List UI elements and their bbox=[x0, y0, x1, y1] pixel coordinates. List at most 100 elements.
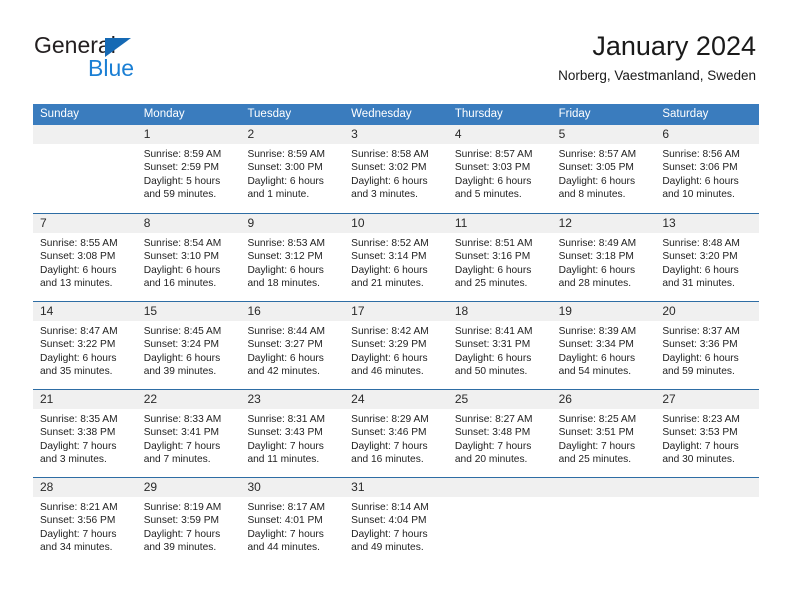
sunrise-text: Sunrise: 8:27 AM bbox=[454, 414, 533, 425]
day-cell[interactable]: 16 Sunrise: 8:44 AM Sunset: 3:27 PM Dayl… bbox=[240, 302, 345, 389]
day-cell[interactable]: 27 Sunrise: 8:23 AM Sunset: 3:53 PM Dayl… bbox=[655, 390, 760, 477]
week-row: 1 Sunrise: 8:59 AM Sunset: 2:59 PM Dayli… bbox=[33, 125, 760, 213]
day-cell[interactable]: 5 Sunrise: 8:57 AM Sunset: 3:05 PM Dayli… bbox=[551, 125, 656, 213]
weekday-header-wednesday: Wednesday bbox=[351, 108, 412, 120]
day-cell[interactable]: 11 Sunrise: 8:51 AM Sunset: 3:16 PM Dayl… bbox=[447, 214, 552, 301]
daylight-text-line2: and 8 minutes. bbox=[558, 189, 626, 201]
day-details: Sunrise: 8:23 AM Sunset: 3:53 PM Dayligh… bbox=[655, 409, 759, 467]
day-cell[interactable]: 1 Sunrise: 8:59 AM Sunset: 2:59 PM Dayli… bbox=[136, 125, 241, 213]
day-cell[interactable]: 8 Sunrise: 8:54 AM Sunset: 3:10 PM Dayli… bbox=[136, 214, 241, 301]
week-row: 14 Sunrise: 8:47 AM Sunset: 3:22 PM Dayl… bbox=[33, 301, 760, 389]
daylight-text-line1: Daylight: 6 hours bbox=[40, 264, 117, 276]
day-number: 6 bbox=[655, 125, 760, 144]
daylight-text-line1: Daylight: 6 hours bbox=[558, 264, 636, 276]
daylight-text-line2: and 20 minutes. bbox=[454, 454, 528, 466]
day-details: Sunrise: 8:53 AM Sunset: 3:12 PM Dayligh… bbox=[240, 233, 344, 291]
sunrise-text: Sunrise: 8:59 AM bbox=[247, 149, 326, 160]
day-number bbox=[551, 478, 656, 497]
day-cell[interactable]: 13 Sunrise: 8:48 AM Sunset: 3:20 PM Dayl… bbox=[655, 214, 760, 301]
day-cell[interactable]: 17 Sunrise: 8:42 AM Sunset: 3:29 PM Dayl… bbox=[344, 302, 448, 389]
day-cell[interactable]: 21 Sunrise: 8:35 AM Sunset: 3:38 PM Dayl… bbox=[33, 390, 137, 477]
day-details: Sunrise: 8:27 AM Sunset: 3:48 PM Dayligh… bbox=[448, 409, 552, 467]
day-number: 14 bbox=[33, 302, 137, 321]
day-number: 7 bbox=[33, 214, 137, 233]
weekday-header-saturday: Saturday bbox=[662, 108, 709, 120]
sunset-text: Sunset: 3:27 PM bbox=[247, 339, 323, 351]
day-number: 3 bbox=[344, 125, 448, 144]
day-number: 8 bbox=[136, 214, 241, 233]
day-number: 27 bbox=[655, 390, 760, 409]
sunrise-text: Sunrise: 8:57 AM bbox=[454, 149, 533, 160]
day-cell[interactable]: 31 Sunrise: 8:14 AM Sunset: 4:04 PM Dayl… bbox=[344, 478, 448, 565]
day-number: 19 bbox=[551, 302, 656, 321]
daylight-text-line2: and 1 minute. bbox=[247, 189, 310, 201]
day-cell[interactable] bbox=[551, 478, 656, 565]
day-number: 29 bbox=[136, 478, 241, 497]
day-details: Sunrise: 8:25 AM Sunset: 3:51 PM Dayligh… bbox=[552, 409, 656, 467]
day-cell[interactable]: 4 Sunrise: 8:57 AM Sunset: 3:03 PM Dayli… bbox=[447, 125, 552, 213]
day-cell[interactable]: 3 Sunrise: 8:58 AM Sunset: 3:02 PM Dayli… bbox=[344, 125, 448, 213]
day-details: Sunrise: 8:49 AM Sunset: 3:18 PM Dayligh… bbox=[552, 233, 656, 291]
day-details: Sunrise: 8:35 AM Sunset: 3:38 PM Dayligh… bbox=[33, 409, 137, 467]
day-cell[interactable]: 19 Sunrise: 8:39 AM Sunset: 3:34 PM Dayl… bbox=[551, 302, 656, 389]
day-number: 4 bbox=[447, 125, 552, 144]
sunset-text: Sunset: 3:31 PM bbox=[454, 339, 531, 351]
day-cell[interactable]: 20 Sunrise: 8:37 AM Sunset: 3:36 PM Dayl… bbox=[655, 302, 760, 389]
day-cell[interactable]: 23 Sunrise: 8:31 AM Sunset: 3:43 PM Dayl… bbox=[240, 390, 345, 477]
day-cell[interactable]: 7 Sunrise: 8:55 AM Sunset: 3:08 PM Dayli… bbox=[33, 214, 137, 301]
sunrise-text: Sunrise: 8:47 AM bbox=[40, 326, 118, 337]
sunrise-text: Sunrise: 8:35 AM bbox=[40, 414, 118, 425]
sunrise-text: Sunrise: 8:44 AM bbox=[247, 326, 326, 337]
day-cell[interactable] bbox=[655, 478, 760, 565]
day-number: 5 bbox=[551, 125, 656, 144]
daylight-text-line2: and 21 minutes. bbox=[351, 278, 424, 290]
day-cell[interactable]: 25 Sunrise: 8:27 AM Sunset: 3:48 PM Dayl… bbox=[447, 390, 552, 477]
sunrise-text: Sunrise: 8:51 AM bbox=[454, 238, 533, 249]
day-number: 25 bbox=[447, 390, 552, 409]
sunset-text: Sunset: 3:10 PM bbox=[143, 251, 220, 263]
day-cell[interactable]: 9 Sunrise: 8:53 AM Sunset: 3:12 PM Dayli… bbox=[240, 214, 345, 301]
sunrise-text: Sunrise: 8:25 AM bbox=[558, 414, 637, 425]
daylight-text-line2: and 18 minutes. bbox=[247, 278, 320, 290]
day-cell[interactable]: 2 Sunrise: 8:59 AM Sunset: 3:00 PM Dayli… bbox=[240, 125, 345, 213]
day-details: Sunrise: 8:52 AM Sunset: 3:14 PM Dayligh… bbox=[344, 233, 448, 291]
daylight-text-line1: Daylight: 7 hours bbox=[40, 528, 117, 540]
daylight-text-line1: Daylight: 7 hours bbox=[40, 440, 117, 452]
sunrise-text: Sunrise: 8:53 AM bbox=[247, 238, 326, 249]
calendar-page: General Blue January 2024 Norberg, Vaest… bbox=[0, 0, 792, 612]
day-cell[interactable]: 15 Sunrise: 8:45 AM Sunset: 3:24 PM Dayl… bbox=[136, 302, 241, 389]
day-cell[interactable]: 22 Sunrise: 8:33 AM Sunset: 3:41 PM Dayl… bbox=[136, 390, 241, 477]
day-cell[interactable] bbox=[33, 125, 137, 213]
daylight-text-line1: Daylight: 6 hours bbox=[662, 175, 739, 187]
day-cell[interactable]: 10 Sunrise: 8:52 AM Sunset: 3:14 PM Dayl… bbox=[344, 214, 448, 301]
day-cell[interactable]: 28 Sunrise: 8:21 AM Sunset: 3:56 PM Dayl… bbox=[33, 478, 137, 565]
day-number: 23 bbox=[240, 390, 345, 409]
day-cell[interactable]: 24 Sunrise: 8:29 AM Sunset: 3:46 PM Dayl… bbox=[344, 390, 448, 477]
day-cell[interactable]: 18 Sunrise: 8:41 AM Sunset: 3:31 PM Dayl… bbox=[447, 302, 552, 389]
daylight-text-line2: and 46 minutes. bbox=[351, 366, 424, 378]
sunset-text: Sunset: 3:48 PM bbox=[454, 427, 531, 439]
sunset-text: Sunset: 3:05 PM bbox=[558, 162, 634, 174]
day-number: 22 bbox=[136, 390, 241, 409]
day-cell[interactable]: 29 Sunrise: 8:19 AM Sunset: 3:59 PM Dayl… bbox=[136, 478, 241, 565]
sunrise-text: Sunrise: 8:57 AM bbox=[558, 149, 637, 160]
day-details: Sunrise: 8:42 AM Sunset: 3:29 PM Dayligh… bbox=[344, 321, 448, 379]
day-cell[interactable] bbox=[447, 478, 552, 565]
sunrise-text: Sunrise: 8:21 AM bbox=[40, 502, 118, 513]
day-number: 30 bbox=[240, 478, 345, 497]
day-cell[interactable]: 26 Sunrise: 8:25 AM Sunset: 3:51 PM Dayl… bbox=[551, 390, 656, 477]
generalblue-logo[interactable]: General Blue bbox=[34, 33, 254, 89]
sunset-text: Sunset: 3:22 PM bbox=[40, 339, 116, 351]
daylight-text-line2: and 59 minutes. bbox=[143, 189, 217, 201]
day-cell[interactable]: 6 Sunrise: 8:56 AM Sunset: 3:06 PM Dayli… bbox=[655, 125, 760, 213]
daylight-text-line2: and 30 minutes. bbox=[662, 454, 735, 466]
day-cell[interactable]: 30 Sunrise: 8:17 AM Sunset: 4:01 PM Dayl… bbox=[240, 478, 345, 565]
daylight-text-line1: Daylight: 7 hours bbox=[143, 440, 221, 452]
day-cell[interactable]: 12 Sunrise: 8:49 AM Sunset: 3:18 PM Dayl… bbox=[551, 214, 656, 301]
day-cell[interactable]: 14 Sunrise: 8:47 AM Sunset: 3:22 PM Dayl… bbox=[33, 302, 137, 389]
daylight-text-line2: and 54 minutes. bbox=[558, 366, 632, 378]
weekday-header-friday: Friday bbox=[558, 108, 591, 120]
day-details: Sunrise: 8:44 AM Sunset: 3:27 PM Dayligh… bbox=[240, 321, 344, 379]
daylight-text-line1: Daylight: 7 hours bbox=[143, 528, 221, 540]
week-row: 28 Sunrise: 8:21 AM Sunset: 3:56 PM Dayl… bbox=[33, 477, 760, 565]
